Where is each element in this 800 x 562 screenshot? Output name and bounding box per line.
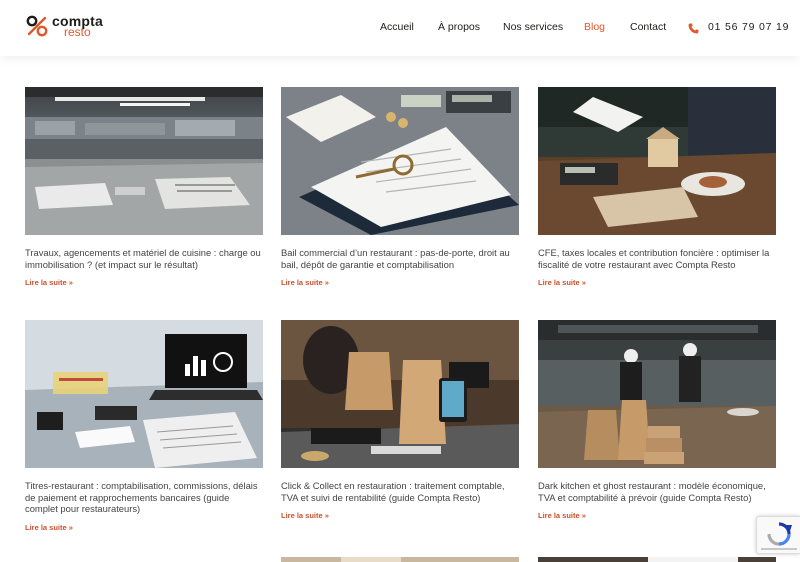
blog-card: Dark kitchen et ghost restaurant : modèl… bbox=[538, 320, 776, 520]
post-thumbnail[interactable] bbox=[25, 320, 263, 468]
post-thumbnail-partial[interactable] bbox=[538, 553, 776, 562]
nav-nos-services[interactable]: Nos services bbox=[503, 21, 563, 33]
read-more-link[interactable]: Lire la suite » bbox=[538, 278, 776, 287]
post-thumbnail[interactable] bbox=[25, 87, 263, 235]
post-thumbnail-partial[interactable] bbox=[281, 553, 519, 562]
post-title[interactable]: Click & Collect en restauration : traite… bbox=[281, 480, 519, 503]
read-more-link[interactable]: Lire la suite » bbox=[281, 278, 519, 287]
post-title[interactable]: Titres-restaurant : comptabilisation, co… bbox=[25, 480, 263, 515]
nav-accueil[interactable]: Accueil bbox=[380, 21, 414, 33]
read-more-link[interactable]: Lire la suite » bbox=[25, 278, 263, 287]
phone-icon[interactable] bbox=[688, 23, 699, 34]
read-more-link[interactable]: Lire la suite » bbox=[25, 523, 263, 532]
phone-number[interactable]: 01 56 79 07 19 bbox=[708, 21, 789, 33]
post-thumbnail[interactable] bbox=[538, 87, 776, 235]
post-title[interactable]: Dark kitchen et ghost restaurant : modèl… bbox=[538, 480, 776, 503]
nav-blog[interactable]: Blog bbox=[584, 21, 605, 33]
nav-a-propos[interactable]: À propos bbox=[438, 21, 480, 33]
post-title[interactable]: Travaux, agencements et matériel de cuis… bbox=[25, 247, 263, 270]
site-header: compta resto Accueil À propos Nos servic… bbox=[0, 0, 800, 56]
read-more-link[interactable]: Lire la suite » bbox=[281, 511, 519, 520]
blog-card: CFE, taxes locales et contribution fonci… bbox=[538, 87, 776, 287]
post-thumbnail[interactable] bbox=[538, 320, 776, 468]
post-thumbnail[interactable] bbox=[281, 87, 519, 235]
blog-card: Click & Collect en restauration : traite… bbox=[281, 320, 519, 520]
blog-card: Travaux, agencements et matériel de cuis… bbox=[25, 87, 263, 287]
post-thumbnail[interactable] bbox=[281, 320, 519, 468]
main-nav: Accueil À propos Nos services Blog Conta… bbox=[0, 21, 800, 35]
blog-card: Bail commercial d’un restaurant : pas-de… bbox=[281, 87, 519, 287]
recaptcha-badge[interactable] bbox=[756, 516, 800, 554]
nav-contact[interactable]: Contact bbox=[630, 21, 666, 33]
read-more-link[interactable]: Lire la suite » bbox=[538, 511, 776, 520]
blog-card: Titres-restaurant : comptabilisation, co… bbox=[25, 320, 263, 532]
post-title[interactable]: CFE, taxes locales et contribution fonci… bbox=[538, 247, 776, 270]
post-title[interactable]: Bail commercial d’un restaurant : pas-de… bbox=[281, 247, 519, 270]
recaptcha-icon bbox=[761, 522, 797, 550]
